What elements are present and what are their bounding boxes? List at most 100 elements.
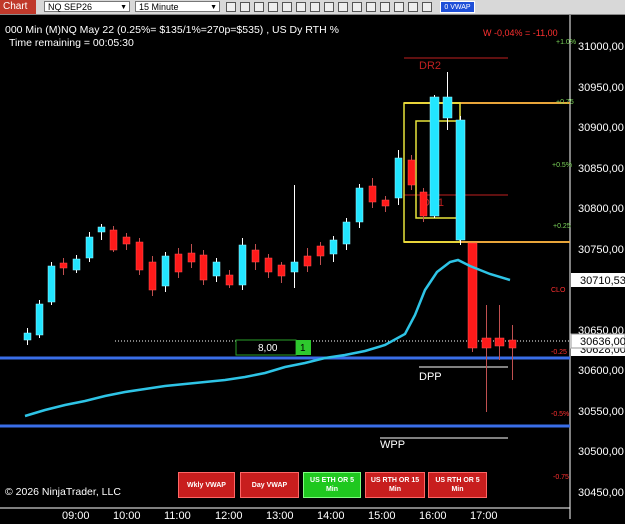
candle-body (442, 96, 453, 119)
chevron-down-icon: ▼ (120, 4, 127, 11)
time-tick: 14:00 (317, 510, 345, 519)
candle-body (109, 229, 118, 251)
wkly-vwap-button[interactable]: Wkly VWAP (178, 472, 235, 498)
candle-body (187, 252, 196, 263)
candle-body (161, 255, 170, 287)
time-tick: 11:00 (164, 510, 191, 519)
us-eth-or-5-min-button[interactable]: US ETH OR 5 Min (303, 472, 361, 498)
candle-body (290, 261, 299, 273)
candle-body (251, 249, 260, 263)
candle-body (47, 265, 56, 303)
us-rth-or-5-min-button[interactable]: US RTH OR 5 Min (428, 472, 487, 498)
price-tick: 30900,00 (578, 122, 624, 134)
price-tick: 30450,00 (578, 487, 624, 499)
candle-body (329, 239, 338, 255)
vwap-toggle-button[interactable]: 0 VWAP (440, 1, 475, 13)
candle-body (72, 258, 81, 271)
candle-body (368, 185, 377, 203)
lock-icon[interactable] (422, 2, 432, 12)
candle-body (135, 241, 144, 271)
snapshot-icon[interactable] (338, 2, 348, 12)
candle-body (316, 245, 325, 257)
instrument-selector[interactable]: NQ SEP26 ▼ (44, 1, 130, 12)
grid-icon[interactable] (366, 2, 376, 12)
price-chart[interactable]: DR2 DR1 DPP WPP 8,00 1 +1.0% +0.75 +0.5%… (0, 15, 625, 522)
pct-label-5: -0.25 (551, 349, 567, 356)
interval-label: 15 Minute (139, 2, 179, 12)
chart-tab[interactable]: Chart (0, 0, 36, 14)
candle-body (494, 337, 505, 347)
instrument-label: NQ SEP26 (48, 2, 93, 12)
interval-selector[interactable]: 15 Minute ▼ (135, 1, 220, 12)
wpp-label: WPP (380, 439, 405, 451)
us-rth-or-15-min-button[interactable]: US RTH OR 15 Min (365, 472, 425, 498)
price-tick: 30500,00 (578, 446, 624, 458)
price-axis: 31000,00 30950,00 30900,00 30850,00 3080… (578, 41, 624, 499)
candle-body (355, 187, 364, 223)
time-tick: 09:00 (62, 510, 90, 519)
data-box-icon[interactable] (394, 2, 404, 12)
candle-body (467, 242, 478, 349)
position-count: 1 (300, 343, 306, 354)
candle-body (394, 157, 403, 199)
window-linking-icon[interactable] (408, 2, 418, 12)
pct-label-1: +1.0% (556, 39, 576, 46)
candle-body (174, 253, 183, 273)
toolbar: Chart NQ SEP26 ▼ 15 Minute ▼ 0 VWAP (0, 0, 625, 15)
candle-body (264, 257, 273, 273)
candle-body (122, 236, 131, 245)
time-tick: 16:00 (419, 510, 447, 519)
candle-body (419, 191, 428, 217)
candle-body (481, 337, 492, 349)
dpp-label: DPP (419, 371, 442, 383)
pct-label-6: -0.5% (551, 411, 569, 418)
candle-body (148, 261, 157, 291)
price-tick: 30800,00 (578, 203, 624, 215)
time-tick: 17:00 (470, 510, 498, 519)
time-tick: 12:00 (215, 510, 243, 519)
candle-body (212, 261, 221, 277)
chevron-down-icon: ▼ (210, 4, 217, 11)
price-tick: 30600,00 (578, 365, 624, 377)
bar-type-icon[interactable] (226, 2, 236, 12)
candle-body (35, 303, 44, 336)
pct-label-2: +0.75 (556, 99, 574, 106)
day-vwap-button[interactable]: Day VWAP (240, 472, 299, 498)
properties-icon[interactable] (268, 2, 278, 12)
price-tick: 30950,00 (578, 82, 624, 94)
pct-label-7: -0.75 (553, 474, 569, 481)
time-remaining: Time remaining = 00:05:30 (9, 37, 134, 49)
drawing-tools-icon[interactable] (310, 2, 320, 12)
price-tick: 30750,00 (578, 244, 624, 256)
time-tick: 15:00 (368, 510, 396, 519)
share-icon[interactable] (352, 2, 362, 12)
indicators-icon[interactable] (282, 2, 292, 12)
candle-body (199, 254, 208, 281)
candle-body (277, 264, 286, 277)
layout-icon[interactable] (380, 2, 390, 12)
chart-trader-icon[interactable] (324, 2, 334, 12)
candle-body (455, 119, 466, 241)
clo-label: CLO (551, 287, 566, 294)
position-quantity: 8,00 (258, 343, 278, 354)
dr2-label: DR2 (419, 60, 441, 72)
candle-body (407, 159, 416, 186)
chart-area[interactable]: DR2 DR1 DPP WPP 8,00 1 +1.0% +0.75 +0.5%… (0, 15, 625, 522)
time-tick: 13:00 (266, 510, 294, 519)
candle-body (429, 96, 440, 217)
price-tick: 30850,00 (578, 163, 624, 175)
vwap-line (24, 258, 511, 418)
candle-body (303, 255, 312, 267)
candle-body (238, 244, 247, 286)
pct-label-3: +0.5% (552, 162, 572, 169)
strategies-icon[interactable] (296, 2, 306, 12)
candle-body (97, 226, 106, 233)
time-tick: 10:00 (113, 510, 141, 519)
time-axis: 09:00 10:00 11:00 12:00 13:00 14:00 15:0… (62, 510, 498, 522)
zoom-icon[interactable] (254, 2, 264, 12)
candle-body (225, 274, 234, 286)
cursor-icon[interactable] (240, 2, 250, 12)
pnl-display: W -0,04% = -11,00 (483, 28, 558, 38)
candle-body (381, 199, 390, 207)
candle-body (59, 262, 68, 269)
